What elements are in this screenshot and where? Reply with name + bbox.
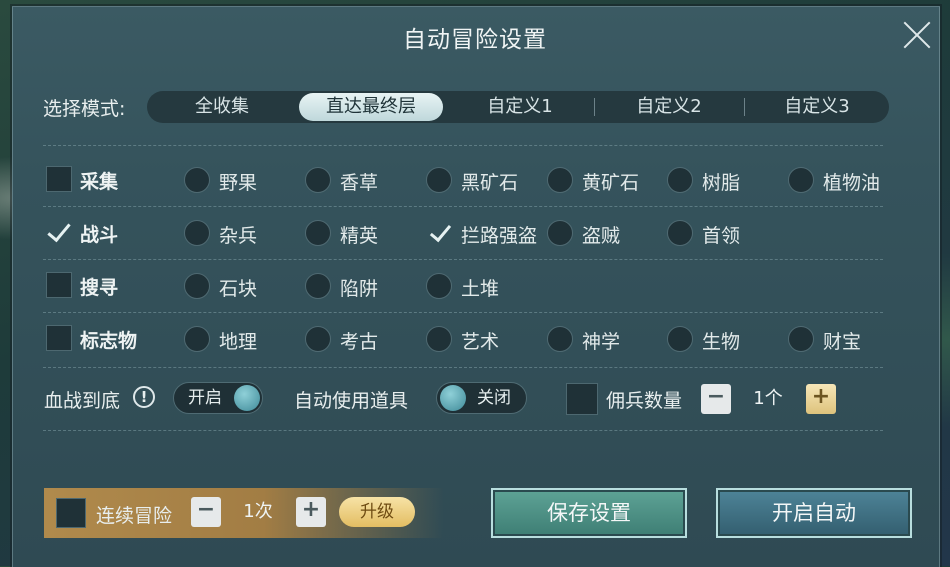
option-label: 考古 <box>340 331 379 353</box>
toggle-knob <box>440 385 466 411</box>
option-radio[interactable] <box>184 326 210 352</box>
toggle-label: 关闭 <box>477 388 511 408</box>
option-radio[interactable] <box>667 326 693 352</box>
option-label: 植物油 <box>823 172 881 194</box>
option-radio[interactable] <box>547 167 573 193</box>
option-label: 首领 <box>702 225 741 247</box>
option-radio[interactable] <box>426 273 452 299</box>
option-label: 树脂 <box>702 172 741 194</box>
divider <box>43 206 883 207</box>
category-label: 战斗 <box>80 224 119 246</box>
category-label: 搜寻 <box>80 277 119 299</box>
option-radio[interactable] <box>667 220 693 246</box>
continuous-plus-button[interactable]: + <box>296 497 326 527</box>
mercenary-count: 1个 <box>753 388 783 409</box>
option-label: 盗贼 <box>582 225 621 247</box>
option-label: 杂兵 <box>219 225 258 247</box>
divider <box>43 367 883 368</box>
option-radio[interactable] <box>788 167 814 193</box>
option-label: 香草 <box>340 172 379 194</box>
divider <box>43 259 883 260</box>
auto-items-toggle[interactable]: 关闭 <box>436 382 527 414</box>
continuous-label: 连续冒险 <box>96 505 173 527</box>
option-radio[interactable] <box>184 167 210 193</box>
option-label: 财宝 <box>823 331 862 353</box>
divider <box>43 430 883 431</box>
option-label: 土堆 <box>461 278 500 300</box>
option-radio[interactable] <box>667 167 693 193</box>
save-settings-button[interactable]: 保存设置 <box>491 488 687 538</box>
option-radio[interactable] <box>426 220 452 246</box>
option-radio[interactable] <box>305 167 331 193</box>
option-label: 精英 <box>340 225 379 247</box>
fight-to-end-label: 血战到底 <box>44 390 121 412</box>
category-checkbox-search[interactable] <box>46 272 72 298</box>
category-label: 采集 <box>80 171 119 193</box>
option-radio[interactable] <box>547 220 573 246</box>
option-radio[interactable] <box>426 167 452 193</box>
option-label: 拦路强盗 <box>461 225 538 247</box>
mercenary-checkbox[interactable] <box>566 383 598 415</box>
fight-to-end-toggle[interactable]: 开启 <box>173 382 263 414</box>
tab-custom-2[interactable]: 自定义2 <box>595 91 743 123</box>
close-icon[interactable] <box>899 17 935 53</box>
mercenary-label: 佣兵数量 <box>606 390 683 412</box>
option-label: 黄矿石 <box>582 172 640 194</box>
category-checkbox-battle[interactable] <box>46 219 72 245</box>
option-label: 黑矿石 <box>461 172 519 194</box>
dialog-title: 自动冒险设置 <box>403 27 547 53</box>
option-label: 石块 <box>219 278 258 300</box>
category-label: 标志物 <box>80 330 138 352</box>
option-radio[interactable] <box>184 220 210 246</box>
option-radio[interactable] <box>305 326 331 352</box>
auto-items-label: 自动使用道具 <box>294 390 409 412</box>
mode-label: 选择模式: <box>43 98 126 120</box>
tab-custom-3[interactable]: 自定义3 <box>745 91 889 123</box>
start-auto-button[interactable]: 开启自动 <box>716 488 912 538</box>
tab-direct-final[interactable]: 直达最终层 <box>299 93 443 121</box>
info-icon[interactable]: ! <box>133 386 155 408</box>
continuous-count: 1次 <box>243 501 273 522</box>
divider <box>43 145 883 146</box>
option-radio[interactable] <box>184 273 210 299</box>
tab-full-collect[interactable]: 全收集 <box>147 91 297 123</box>
option-radio[interactable] <box>788 326 814 352</box>
divider <box>43 312 883 313</box>
option-label: 陷阱 <box>340 278 379 300</box>
continuous-minus-button[interactable]: − <box>191 497 221 527</box>
option-label: 地理 <box>219 331 258 353</box>
option-radio[interactable] <box>305 273 331 299</box>
mercenary-plus-button[interactable]: + <box>806 384 836 414</box>
option-label: 生物 <box>702 331 741 353</box>
continuous-checkbox[interactable] <box>56 498 86 528</box>
option-radio[interactable] <box>426 326 452 352</box>
option-radio[interactable] <box>547 326 573 352</box>
toggle-label: 开启 <box>188 388 222 408</box>
mode-tabs: 全收集 直达最终层 自定义1 自定义2 自定义3 <box>147 91 889 123</box>
category-checkbox-gather[interactable] <box>46 166 72 192</box>
upgrade-button[interactable]: 升级 <box>339 497 415 527</box>
option-label: 艺术 <box>461 331 500 353</box>
toggle-knob <box>234 385 260 411</box>
mercenary-minus-button[interactable]: − <box>701 384 731 414</box>
tab-custom-1[interactable]: 自定义1 <box>447 91 593 123</box>
option-radio[interactable] <box>305 220 331 246</box>
option-label: 神学 <box>582 331 621 353</box>
option-label: 野果 <box>219 172 258 194</box>
category-checkbox-landmark[interactable] <box>46 325 72 351</box>
